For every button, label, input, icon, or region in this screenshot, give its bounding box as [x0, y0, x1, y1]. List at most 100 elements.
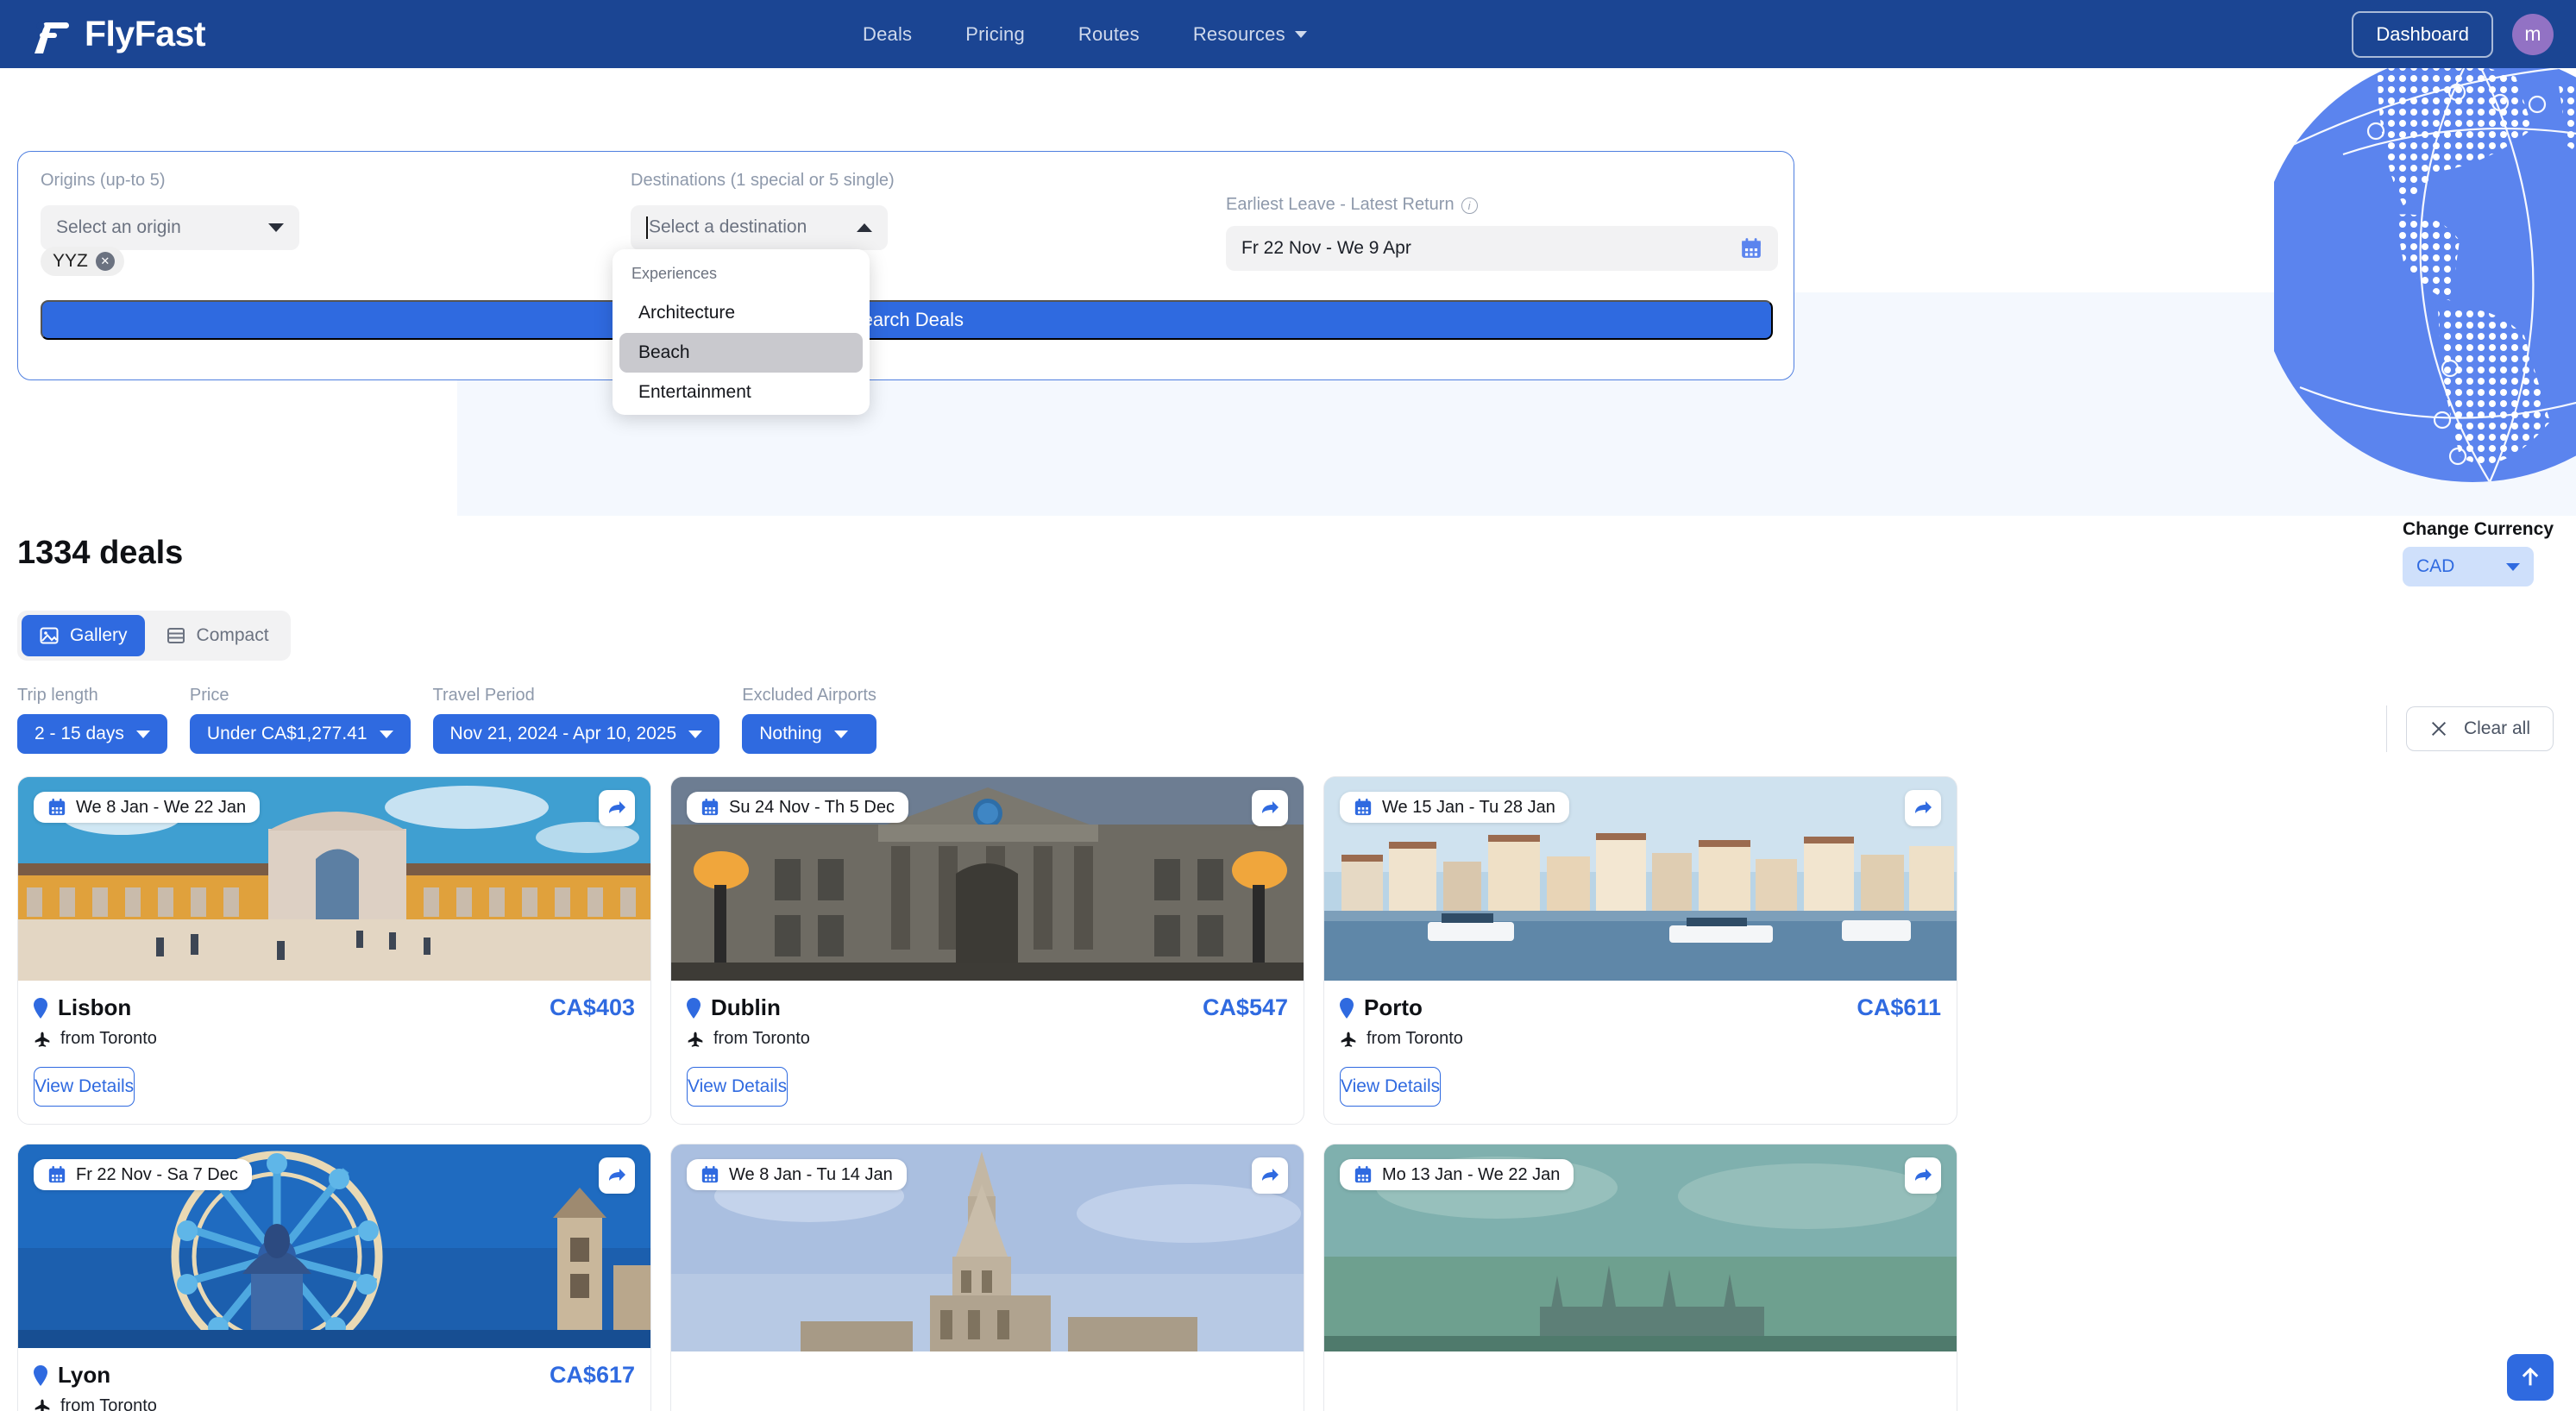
filter-bar: Trip length 2 - 15 days Price Under CA$1…: [17, 686, 876, 754]
deal-body: Porto CA$611 from Toronto View Details: [1324, 981, 1957, 1124]
deal-city: Dublin: [687, 994, 781, 1021]
nav-link-resources[interactable]: Resources: [1193, 23, 1307, 46]
chevron-down-icon: [268, 223, 284, 232]
deal-card[interactable]: We 15 Jan - Tu 28 Jan Porto CA$611 from …: [1323, 776, 1957, 1125]
deal-body: Dublin CA$547 from Toronto View Details: [671, 981, 1304, 1124]
share-button[interactable]: [1252, 1157, 1288, 1194]
airplane-icon: [1341, 1032, 1356, 1047]
share-icon: [1262, 801, 1279, 813]
filter-price: Price Under CA$1,277.41: [189, 686, 411, 754]
view-details-button[interactable]: View Details: [687, 1067, 789, 1107]
view-details-button[interactable]: View Details: [1340, 1067, 1442, 1107]
date-range-input[interactable]: Fr 22 Nov - We 9 Apr: [1226, 226, 1778, 271]
view-toggle-compact[interactable]: Compact: [148, 615, 286, 656]
deal-origin: from Toronto: [34, 1396, 635, 1411]
filter-chip-price[interactable]: Under CA$1,277.41: [189, 714, 411, 754]
destination-select[interactable]: Select a destination: [631, 205, 888, 250]
deal-date-text: Fr 22 Nov - Sa 7 Dec: [76, 1164, 238, 1184]
deal-header-row: Lyon CA$617: [34, 1362, 635, 1389]
deal-card-grid: We 8 Jan - We 22 Jan Lisbon CA$403 from …: [17, 776, 2559, 1411]
calendar-icon: [701, 798, 719, 816]
divider: [2385, 706, 2387, 752]
destinations-field: Destinations (1 special or 5 single) Sel…: [631, 171, 895, 250]
origin-chip-yyz[interactable]: YYZ ✕: [41, 247, 124, 276]
deal-date-badge: Su 24 Nov - Th 5 Dec: [687, 792, 908, 823]
nav-links: Deals Pricing Routes Resources: [863, 0, 1307, 68]
share-button[interactable]: [1905, 790, 1941, 826]
deal-date-text: Mo 13 Jan - We 22 Jan: [1382, 1164, 1561, 1184]
deal-origin: from Toronto: [687, 1029, 1288, 1049]
currency-select[interactable]: CAD: [2402, 547, 2534, 586]
chevron-down-icon: [833, 730, 848, 738]
filter-chip-travel-period[interactable]: Nov 21, 2024 - Apr 10, 2025: [432, 714, 720, 754]
deal-price: CA$617: [549, 1362, 635, 1388]
avatar[interactable]: m: [2512, 13, 2554, 55]
view-toggle: Gallery Compact: [17, 611, 291, 661]
deal-city: Porto: [1340, 994, 1423, 1021]
filter-chip-value: Under CA$1,277.41: [206, 724, 368, 743]
nav-link-routes[interactable]: Routes: [1078, 23, 1140, 46]
filter-chip-value: Nothing: [759, 724, 822, 743]
deal-date-text: We 15 Jan - Tu 28 Jan: [1382, 797, 1555, 817]
search-deals-button[interactable]: Search Deals: [41, 300, 1773, 340]
close-icon: [2431, 721, 2447, 737]
view-details-button[interactable]: View Details: [34, 1067, 135, 1107]
deal-city-name: Porto: [1364, 994, 1423, 1020]
deal-price: CA$611: [1857, 994, 1941, 1020]
share-icon: [1915, 1169, 1932, 1181]
view-toggle-gallery[interactable]: Gallery: [22, 615, 145, 656]
clear-all-button[interactable]: Clear all: [2405, 706, 2554, 751]
deal-body: Lisbon CA$403 from Toronto View Details: [18, 981, 650, 1124]
deal-city-name: Lyon: [58, 1362, 111, 1388]
dropdown-item-entertainment[interactable]: Entertainment: [619, 373, 863, 412]
close-icon[interactable]: ✕: [95, 252, 115, 271]
globe-illustration-icon: [2274, 68, 2576, 482]
dates-label-text: Earliest Leave - Latest Return: [1226, 195, 1454, 214]
filter-chip-excluded-airports[interactable]: Nothing: [742, 714, 876, 754]
origin-select[interactable]: Select an origin: [41, 205, 299, 250]
filter-label: Price: [189, 686, 229, 705]
deal-card[interactable]: Su 24 Nov - Th 5 Dec Dublin CA$547 from …: [670, 776, 1304, 1125]
deal-origin-text: from Toronto: [713, 1029, 810, 1048]
dropdown-item-family[interactable]: Family: [619, 412, 863, 415]
airplane-icon: [35, 1399, 50, 1411]
filter-chip-trip-length[interactable]: 2 - 15 days: [17, 714, 167, 754]
share-button[interactable]: [599, 1157, 635, 1194]
share-button[interactable]: [599, 790, 635, 826]
brand[interactable]: FlyFast: [26, 14, 206, 54]
deal-city-name: Dublin: [711, 994, 781, 1020]
deal-image: We 8 Jan - Tu 14 Jan: [671, 1144, 1304, 1351]
dashboard-button[interactable]: Dashboard: [2352, 10, 2493, 58]
deal-origin-text: from Toronto: [1367, 1029, 1463, 1048]
filter-chip-value: Nov 21, 2024 - Apr 10, 2025: [449, 724, 677, 743]
deal-card[interactable]: We 8 Jan - Tu 14 Jan: [670, 1144, 1304, 1411]
deal-origin-text: from Toronto: [60, 1396, 157, 1411]
destination-placeholder-text: Select a destination: [649, 216, 807, 237]
origins-field: Origins (up-to 5) Select an origin: [41, 171, 299, 250]
deal-card[interactable]: Fr 22 Nov - Sa 7 Dec Lyon CA$617 from To…: [17, 1144, 651, 1411]
date-range-value: Fr 22 Nov - We 9 Apr: [1241, 238, 1411, 258]
list-icon: [166, 628, 185, 643]
nav-link-pricing[interactable]: Pricing: [965, 23, 1025, 46]
origin-placeholder: Select an origin: [56, 217, 181, 237]
arrow-up-icon: [2522, 1367, 2539, 1386]
top-navbar: FlyFast Deals Pricing Routes Resources D…: [0, 0, 2576, 68]
deal-card[interactable]: Mo 13 Jan - We 22 Jan: [1323, 1144, 1957, 1411]
calendar-icon: [1354, 1165, 1372, 1183]
info-icon[interactable]: i: [1461, 198, 1478, 214]
nav-link-label: Routes: [1078, 22, 1140, 45]
brand-name: FlyFast: [85, 14, 206, 53]
dropdown-item-architecture[interactable]: Architecture: [619, 293, 863, 333]
scroll-to-top-button[interactable]: [2507, 1354, 2554, 1401]
currency-section: Change Currency CAD: [2402, 519, 2554, 586]
deal-city: Lyon: [34, 1362, 110, 1389]
share-button[interactable]: [1905, 1157, 1941, 1194]
dates-label: Earliest Leave - Latest Return i: [1226, 195, 1778, 215]
destination-dropdown: Experiences Architecture Beach Entertain…: [613, 249, 870, 415]
deal-card[interactable]: We 8 Jan - We 22 Jan Lisbon CA$403 from …: [17, 776, 651, 1125]
dropdown-item-beach[interactable]: Beach: [619, 333, 863, 373]
deal-date-text: We 8 Jan - We 22 Jan: [76, 797, 247, 817]
nav-link-deals[interactable]: Deals: [863, 23, 912, 46]
share-button[interactable]: [1252, 790, 1288, 826]
deal-date-badge: Mo 13 Jan - We 22 Jan: [1340, 1159, 1574, 1190]
